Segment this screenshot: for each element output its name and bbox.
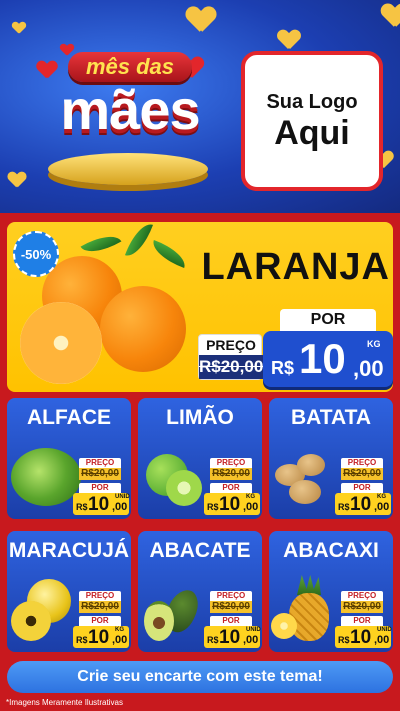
orange-slice-image: [20, 302, 102, 384]
hero-unit: KG: [367, 339, 381, 349]
price-tag: R$ 10 ,00 UNID: [335, 626, 392, 648]
currency: R$: [338, 635, 350, 645]
cta-button[interactable]: Crie seu encarte com este tema!: [7, 661, 393, 693]
disclaimer-text: *Imagens Meramente Ilustrativas: [6, 698, 123, 707]
hero-price: R$ 10 ,00 KG: [263, 331, 393, 387]
product-name: ABACATE: [149, 539, 251, 562]
potato-image: [297, 454, 325, 476]
price-int: 10: [219, 494, 241, 515]
heart-icon: [8, 172, 26, 188]
orange-image: [100, 286, 186, 372]
old-label: PREÇO: [79, 458, 121, 468]
price-dec: ,00: [374, 501, 390, 513]
old-price: R$20,00: [210, 601, 252, 613]
price-tag: R$ 10 ,00 KG: [335, 493, 391, 515]
price-int: 10: [350, 627, 372, 648]
hero-price-int: 10: [299, 335, 346, 382]
old-label: PREÇO: [210, 458, 252, 468]
price-dec: ,00: [112, 501, 128, 513]
product-card[interactable]: ALFACE PREÇO R$20,00 POR R$ 10 ,00 UNID: [7, 398, 131, 519]
price-tag: R$ 10 ,00 UNID: [204, 626, 261, 648]
lettuce-image: [11, 448, 81, 506]
old-price: R$20,00: [210, 468, 252, 480]
logo-line1: Sua Logo: [266, 90, 358, 113]
product-name: BATATA: [290, 406, 372, 429]
hero-new-label: POR: [280, 309, 376, 331]
price-tag: R$ 10 ,00 KG: [73, 626, 129, 648]
passion-fruit-image: [11, 601, 51, 641]
pineapple-leaves-image: [297, 575, 321, 595]
new-label: POR: [210, 483, 252, 493]
price-tag: R$ 10 ,00 KG: [204, 493, 260, 515]
heart-icon: [187, 7, 216, 33]
header-banner: mês das mães Sua Logo Aqui: [0, 0, 400, 213]
product-card[interactable]: ABACATE PREÇO R$20,00 POR R$ 10 ,00 UNID: [138, 531, 262, 652]
price-int: 10: [88, 494, 110, 515]
unit: UNID: [115, 494, 130, 500]
product-card[interactable]: MARACUJÁ PREÇO R$20,00 POR R$ 10 ,00 KG: [7, 531, 131, 652]
price-int: 10: [350, 494, 372, 515]
potato-image: [289, 480, 321, 504]
hero-product-name: LARANJA: [201, 246, 390, 288]
unit: KG: [115, 627, 124, 633]
old-label: PREÇO: [341, 591, 383, 601]
old-label: PREÇO: [79, 591, 121, 601]
old-price: R$20,00: [79, 601, 121, 613]
hero-old-price-box: PREÇO R$20,00: [198, 334, 263, 380]
currency: R$: [76, 635, 88, 645]
pineapple-slice-image: [271, 613, 297, 639]
badge-bottom-text: mães: [60, 78, 200, 141]
product-name: LIMÃO: [166, 406, 234, 429]
price-dec: ,00: [243, 634, 259, 646]
pineapple-image: [289, 593, 329, 641]
unit: UNID: [246, 627, 261, 633]
mothers-month-badge: mês das mães: [40, 44, 220, 154]
hero-old-label: PREÇO: [206, 337, 256, 353]
price-tag: R$ 10 ,00 UNID: [73, 493, 130, 515]
product-card[interactable]: LIMÃO PREÇO R$20,00 POR R$ 10 ,00 KG: [138, 398, 262, 519]
heart-icon: [382, 4, 400, 28]
old-price: R$20,00: [341, 468, 383, 480]
hero-currency: R$: [271, 358, 295, 378]
old-label: PREÇO: [210, 591, 252, 601]
currency: R$: [76, 502, 88, 512]
price-dec: ,00: [112, 634, 128, 646]
old-label: PREÇO: [341, 458, 383, 468]
new-label: POR: [341, 483, 383, 493]
price-dec: ,00: [243, 501, 259, 513]
avocado-image: [144, 601, 174, 641]
logo-placeholder[interactable]: Sua Logo Aqui: [241, 51, 383, 191]
price-int: 10: [88, 627, 110, 648]
price-int: 10: [219, 627, 241, 648]
product-name: ABACAXI: [283, 539, 379, 562]
old-price: R$20,00: [341, 601, 383, 613]
unit: KG: [377, 494, 386, 500]
podium: [48, 153, 208, 185]
hero-old-price: R$20,00: [199, 355, 263, 379]
product-name: MARACUJÁ: [8, 539, 130, 562]
currency: R$: [207, 635, 219, 645]
logo-line2: Aqui: [274, 113, 350, 152]
currency: R$: [338, 502, 350, 512]
lime-image: [166, 470, 202, 506]
currency: R$: [207, 502, 219, 512]
hero-price-dec: ,00: [353, 356, 384, 381]
unit: UNID: [377, 627, 392, 633]
new-label: POR: [341, 616, 383, 626]
old-price: R$20,00: [79, 468, 121, 480]
new-label: POR: [79, 616, 121, 626]
product-card[interactable]: ABACAXI PREÇO R$20,00 POR R$ 10 ,00 UNID: [269, 531, 393, 652]
product-name: ALFACE: [27, 406, 111, 429]
new-label: POR: [79, 483, 121, 493]
heart-icon: [12, 22, 25, 34]
heart-icon: [278, 30, 300, 50]
price-dec: ,00: [374, 634, 390, 646]
product-card[interactable]: BATATA PREÇO R$20,00 POR R$ 10 ,00 KG: [269, 398, 393, 519]
discount-badge: -50%: [13, 231, 59, 277]
unit: KG: [246, 494, 255, 500]
new-label: POR: [210, 616, 252, 626]
